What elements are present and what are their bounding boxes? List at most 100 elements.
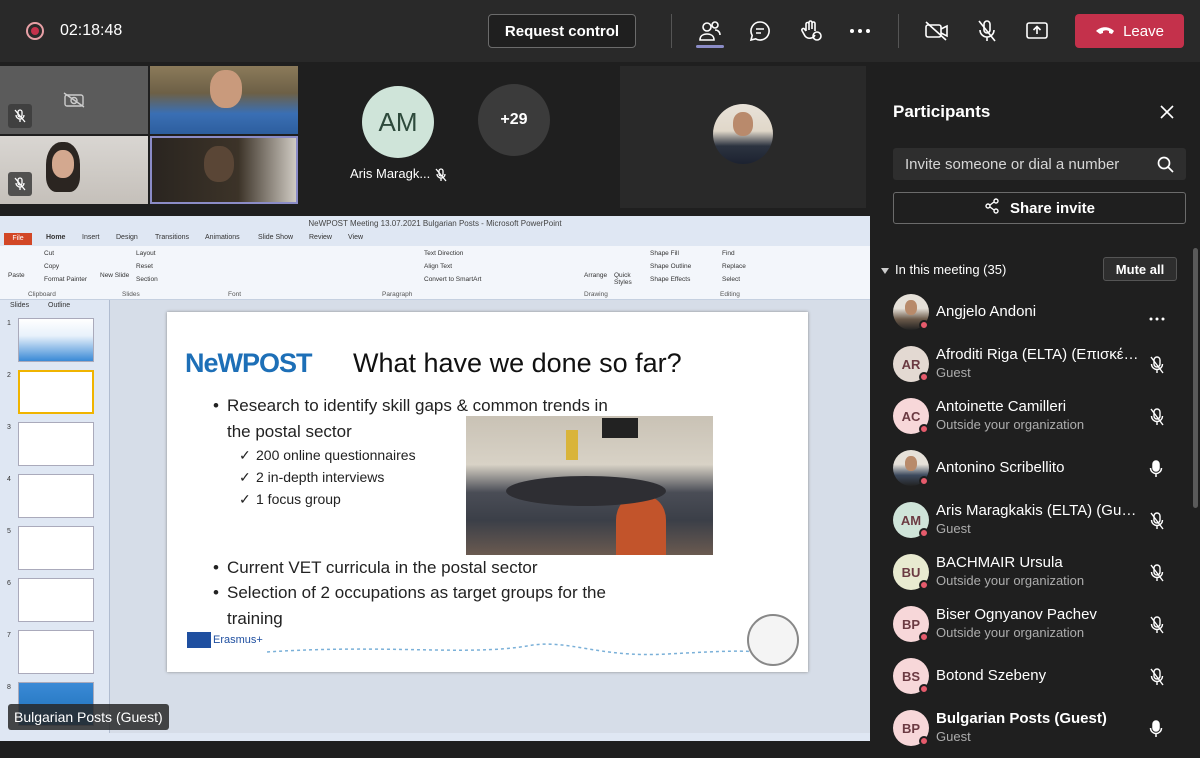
participant-row[interactable]: Angjelo Andoni [873,290,1193,342]
ribbon-group-label: Clipboard [28,291,56,298]
mute-all-button[interactable]: Mute all [1103,257,1177,281]
slide-thumbnail[interactable] [18,422,94,466]
meeting-photo [466,416,713,555]
participants-icon[interactable] [696,17,724,45]
leave-button[interactable]: Leave [1075,14,1184,48]
slide-number: 7 [7,632,11,639]
participant-name: Bulgarian Posts (Guest) [936,710,1107,727]
tab-home[interactable]: Home [46,234,65,241]
participant-role: Outside your organization [936,417,1085,432]
format-painter-button[interactable]: Format Painter [44,276,87,283]
tab-file[interactable]: File [4,233,32,245]
video-tile[interactable] [0,136,148,204]
text-direction-button[interactable]: Text Direction [424,250,463,257]
participant-row[interactable]: AC Antoinette Camilleri Outside your organ… [873,394,1193,446]
participant-row[interactable]: BP Bulgarian Posts (Guest) Guest [873,706,1193,758]
tab-insert[interactable]: Insert [82,234,100,241]
quick-styles-button[interactable]: Quick Styles [614,272,638,286]
in-meeting-section-toggle[interactable]: In this meeting (35) [881,262,1006,277]
participant-row[interactable]: BS Botond Szebeny [873,654,1193,706]
slide-thumbnail[interactable] [18,318,94,362]
participant-face [905,300,917,315]
participant-role: Outside your organization [936,625,1085,640]
tab-review[interactable]: Review [309,234,332,241]
close-icon[interactable] [1159,104,1177,122]
reset-button[interactable]: Reset [136,263,153,270]
slide-bullet: Current VET curricula in the postal sect… [227,558,538,577]
mic-off-icon [1149,564,1169,584]
align-text-button[interactable]: Align Text [424,263,452,270]
video-tile[interactable] [0,66,148,134]
shape-outline-button[interactable]: Shape Outline [650,263,691,270]
globe-icon [747,614,799,666]
video-tile[interactable] [620,66,866,208]
participant-name: Antonino Scribellito [936,459,1065,476]
photo-figure [602,418,638,438]
video-tile[interactable] [150,66,298,134]
chat-icon[interactable] [746,17,774,45]
tab-design[interactable]: Design [116,234,138,241]
tab-slides[interactable]: Slides [10,302,29,309]
leave-label: Leave [1123,22,1164,40]
participant-row[interactable]: BU BACHMAIR Ursula Outside your organizati… [873,550,1193,602]
section-button[interactable]: Section [136,276,158,283]
avatar [713,104,773,164]
tab-transitions[interactable]: Transitions [155,234,189,241]
paste-button[interactable]: Paste [8,272,25,279]
avatar[interactable]: AM [362,86,434,158]
participant-face [905,456,917,471]
search-icon[interactable] [1157,156,1174,178]
mic-off-icon[interactable] [973,17,1001,45]
ribbon-group-label: Paragraph [382,291,413,298]
ribbon: Paste Cut Copy Format Painter New Slide … [0,246,870,300]
new-slide-button[interactable]: New Slide [100,272,129,279]
overflow-participants-button[interactable]: +29 [478,84,550,156]
participant-row[interactable]: AM Aris Maragkakis (ELTA) (Guest) Guest [873,498,1193,550]
select-button[interactable]: Select [722,276,740,283]
tab-view[interactable]: View [348,234,363,241]
share-invite-label: Share invite [1009,199,1096,217]
tab-slide-show[interactable]: Slide Show [258,234,293,241]
shape-effects-button[interactable]: Shape Effects [650,276,690,283]
invite-input[interactable] [893,148,1186,180]
slide-thumbnail[interactable] [18,630,94,674]
participant-row[interactable]: Antonino Scribellito [873,446,1193,498]
camera-off-icon[interactable] [923,17,951,45]
slide-bullet: the postal sector [227,422,352,441]
replace-button[interactable]: Replace [722,263,746,270]
find-button[interactable]: Find [722,250,735,257]
presence-status-icon [919,684,929,694]
share-invite-button[interactable]: Share invite [893,192,1186,224]
shape-fill-button[interactable]: Shape Fill [650,250,679,257]
more-icon[interactable] [846,17,874,45]
convert-smartart-button[interactable]: Convert to SmartArt [424,276,481,283]
participant-row[interactable]: BP Biser Ognyanov Pachev Outside your orga… [873,602,1193,654]
presence-status-icon [919,528,929,538]
tab-animations[interactable]: Animations [205,234,240,241]
participant-name: BACHMAIR Ursula [936,554,1063,571]
tab-outline[interactable]: Outline [48,302,70,309]
scrollbar[interactable] [1193,248,1198,508]
video-tile-active-speaker[interactable] [150,136,298,204]
participant-face [52,150,74,178]
slide-thumbnail-selected[interactable] [18,370,94,414]
participant-row[interactable]: AR Afroditi Riga (ELTA) (Επισκέπτ... Guest [873,342,1193,394]
bullet-icon: • [213,583,219,602]
request-control-button[interactable]: Request control [488,14,636,48]
toolbar-divider [671,14,672,48]
slide-number: 2 [7,372,11,379]
presence-status-icon [919,424,929,434]
raise-hand-icon[interactable] [797,17,825,45]
more-options-icon[interactable] [1149,308,1169,328]
copy-button[interactable]: Copy [44,263,59,270]
window-title: NeWPOST Meeting 13.07.2021 Bulgarian Pos… [0,216,870,232]
arrange-button[interactable]: Arrange [584,272,607,279]
slide-thumbnail[interactable] [18,578,94,622]
presence-status-icon [919,320,929,330]
slide-thumbnail[interactable] [18,474,94,518]
cut-button[interactable]: Cut [44,250,54,257]
layout-button[interactable]: Layout [136,250,156,257]
share-screen-icon[interactable] [1023,17,1051,45]
slide-thumbnail[interactable] [18,526,94,570]
participant-name: Antoinette Camilleri [936,398,1067,415]
